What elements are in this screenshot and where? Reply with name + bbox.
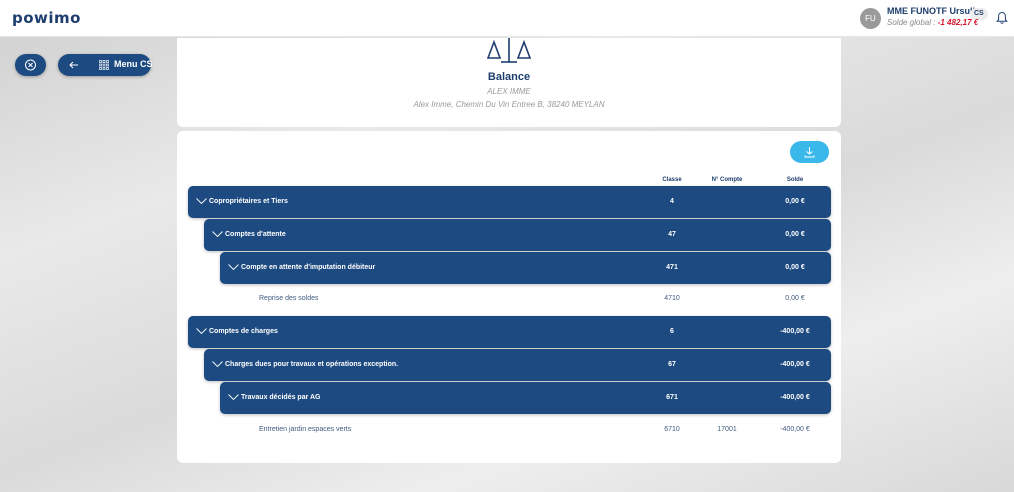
page-title: Balance xyxy=(487,71,531,83)
row-solde: 0,00 € xyxy=(785,264,805,271)
balance-header-card: Balance ALEX IMME Alex Imme, Chemin Du V… xyxy=(177,38,841,127)
avatar[interactable]: FU xyxy=(860,8,881,29)
row-classe: 6710 xyxy=(664,426,680,433)
global-balance-value: -1 482,17 € xyxy=(937,18,979,27)
row-solde: -400,00 € xyxy=(780,394,810,401)
row-label: Compte en attente d'imputation débiteur xyxy=(241,264,376,271)
row-label: Entretien jardin espaces verts xyxy=(259,426,352,433)
menu-cs-label: Menu CS xyxy=(114,59,153,69)
app-logo[interactable]: powimo xyxy=(12,9,81,27)
row-classe: 4710 xyxy=(664,295,680,302)
column-header-classe[interactable]: Classe xyxy=(647,177,697,183)
table-row[interactable]: Charges dues pour travaux et opérations … xyxy=(204,349,831,381)
table-row[interactable]: Copropriétaires et Tiers 4 0,00 € xyxy=(188,186,831,218)
close-button[interactable] xyxy=(15,54,46,76)
chevron-down-icon[interactable] xyxy=(196,328,207,335)
chevron-down-icon[interactable] xyxy=(212,361,223,368)
row-classe: 671 xyxy=(666,394,678,401)
row-solde: -400,00 € xyxy=(780,361,810,368)
row-classe: 4 xyxy=(670,198,674,205)
row-label: Charges dues pour travaux et opérations … xyxy=(225,361,399,368)
column-header-solde[interactable]: Solde xyxy=(770,177,820,183)
chevron-down-icon[interactable] xyxy=(228,394,239,401)
arrow-left-icon xyxy=(69,61,78,69)
row-solde: -400,00 € xyxy=(780,328,810,335)
row-classe: 67 xyxy=(668,361,676,368)
row-label: Comptes d'attente xyxy=(225,231,286,238)
row-solde: -400,00 € xyxy=(780,426,810,433)
scale-icon xyxy=(487,38,531,63)
row-solde: 0,00 € xyxy=(785,198,805,205)
grid-icon xyxy=(99,60,109,70)
row-label: Copropriétaires et Tiers xyxy=(209,198,288,205)
global-balance: Solde global : -1 482,17 € xyxy=(887,18,978,27)
table-row[interactable]: Entretien jardin espaces verts 6710 1700… xyxy=(177,414,841,446)
row-compte: 17001 xyxy=(717,426,737,433)
download-button[interactable] xyxy=(790,141,829,163)
top-bar: powimo FU MME FUNOTF Ursuline CS Solde g… xyxy=(0,0,1014,37)
chevron-down-icon[interactable] xyxy=(212,231,223,238)
row-classe: 47 xyxy=(668,231,676,238)
row-classe: 471 xyxy=(666,264,678,271)
chevron-down-icon[interactable] xyxy=(196,198,207,205)
row-label: Comptes de charges xyxy=(209,328,278,335)
row-solde: 0,00 € xyxy=(785,295,805,302)
close-icon xyxy=(25,59,36,71)
download-icon xyxy=(804,147,815,158)
balance-table-card: Classe N° Compte Solde Copropriétaires e… xyxy=(177,131,841,463)
column-header-compte[interactable]: N° Compte xyxy=(702,177,752,183)
global-balance-label: Solde global : xyxy=(887,18,936,27)
owner-name: ALEX IMME xyxy=(487,87,531,96)
row-label: Reprise des soldes xyxy=(259,295,319,302)
back-menu-button[interactable]: Menu CS xyxy=(58,54,153,76)
table-row[interactable]: Comptes d'attente 47 0,00 € xyxy=(204,219,831,251)
owner-address: Alex Imme, Chemin Du Vin Entree B, 38240… xyxy=(413,100,605,109)
table-row[interactable]: Compte en attente d'imputation débiteur … xyxy=(220,252,831,284)
bell-icon[interactable] xyxy=(996,11,1008,25)
table-row[interactable]: Travaux décidés par AG 671 -400,00 € xyxy=(220,382,831,414)
row-solde: 0,00 € xyxy=(785,231,805,238)
chevron-down-icon[interactable] xyxy=(228,264,239,271)
row-classe: 6 xyxy=(670,328,674,335)
table-row[interactable]: Comptes de charges 6 -400,00 € xyxy=(188,316,831,348)
table-row[interactable]: Reprise des soldes 4710 0,00 € xyxy=(177,283,841,315)
row-label: Travaux décidés par AG xyxy=(241,394,321,401)
